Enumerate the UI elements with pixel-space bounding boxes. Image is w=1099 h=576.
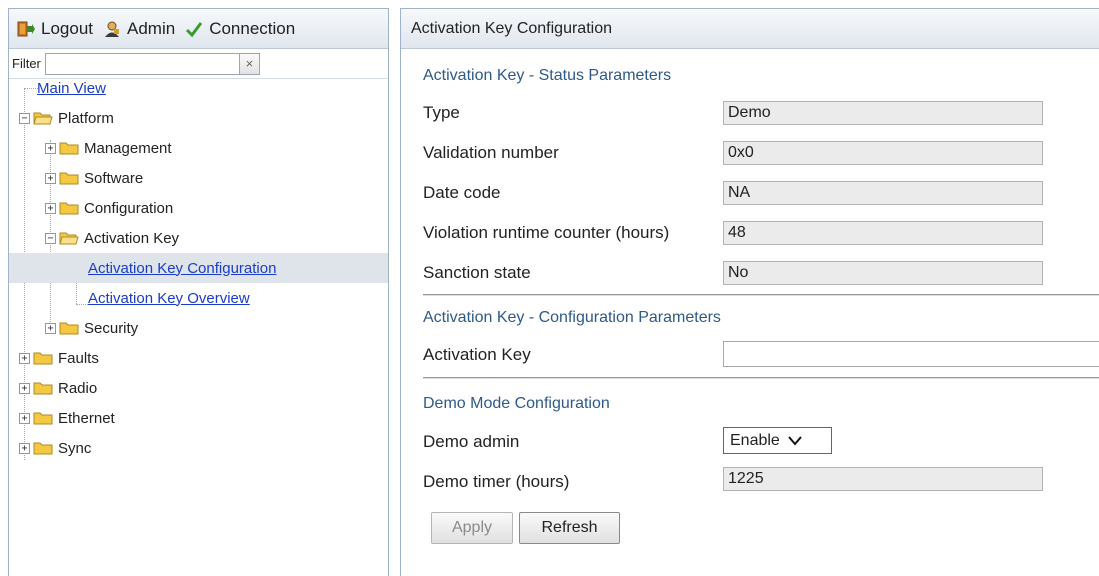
tree-item-radio[interactable]: + Radio [19, 373, 97, 403]
admin-user-icon [105, 21, 119, 37]
tree-item-platform[interactable]: − Platform [19, 103, 114, 133]
activation-key-input[interactable] [723, 341, 1099, 367]
date-code-label: Date code [423, 183, 501, 202]
tree-item-software[interactable]: + Software [45, 163, 143, 193]
tree-item-configuration[interactable]: + Configuration [45, 193, 173, 223]
connection-label: Connection [209, 18, 296, 38]
configuration-label: Configuration [84, 199, 174, 217]
validation-number-label: Validation number [423, 143, 559, 162]
clear-filter-icon[interactable]: × [239, 52, 260, 75]
folder-icon [33, 352, 53, 365]
tree-item-activation-key[interactable]: − Activation Key [45, 223, 179, 253]
folder-icon [59, 322, 79, 335]
admin-label: Admin [127, 18, 176, 38]
demo-timer-label: Demo timer (hours) [423, 472, 570, 491]
expand-icon[interactable]: + [45, 142, 56, 154]
apply-button[interactable]: Apply [431, 512, 513, 544]
folder-icon [33, 382, 53, 395]
collapse-icon[interactable]: − [19, 112, 30, 124]
folder-icon [33, 442, 53, 455]
expand-icon[interactable]: + [45, 202, 56, 214]
violation-counter-label: Violation runtime counter (hours) [423, 223, 670, 242]
tree-item-ethernet[interactable]: + Ethernet [19, 403, 115, 433]
expand-icon[interactable]: + [19, 382, 30, 394]
expand-icon[interactable]: + [19, 352, 30, 364]
security-label: Security [84, 319, 139, 337]
sanction-state-label: Sanction state [423, 263, 531, 282]
expand-icon[interactable]: + [45, 172, 56, 184]
top-toolbar: Logout Admin Connection [9, 9, 388, 49]
expand-icon[interactable]: + [19, 412, 30, 424]
sanction-state-value: No [723, 261, 1043, 285]
admin-button[interactable]: Admin [103, 19, 175, 39]
tree-item-faults[interactable]: + Faults [19, 343, 99, 373]
tree-item-sync[interactable]: + Sync [19, 433, 91, 463]
section-divider [423, 377, 1099, 378]
demo-timer-value: 1225 [723, 467, 1043, 491]
demo-admin-label: Demo admin [423, 432, 520, 451]
expand-icon[interactable]: + [45, 322, 56, 334]
activation-key-label: Activation Key [423, 345, 531, 364]
expand-icon[interactable]: + [19, 442, 30, 454]
navigation-pane: Logout Admin Connection Filter × Main Vi… [8, 8, 389, 576]
folder-open-icon [59, 232, 79, 245]
type-label: Type [423, 103, 460, 122]
sync-label: Sync [58, 439, 92, 457]
activation-key-label: Activation Key [84, 229, 180, 247]
content-pane: Activation Key Configuration Activation … [400, 8, 1099, 576]
activation-key-overview-link[interactable]: Activation Key Overview [88, 290, 250, 307]
tree-item-activation-key-configuration[interactable]: Activation Key Configuration [9, 253, 388, 283]
activation-key-configuration-link[interactable]: Activation Key Configuration [88, 260, 276, 277]
folder-icon [59, 172, 79, 185]
connection-button[interactable]: Connection [185, 19, 295, 39]
main-view-link[interactable]: Main View [37, 80, 106, 97]
platform-label: Platform [58, 109, 114, 127]
violation-counter-value: 48 [723, 221, 1043, 245]
logout-label: Logout [41, 18, 93, 38]
validation-number-value: 0x0 [723, 141, 1043, 165]
type-value: Demo [723, 101, 1043, 125]
demo-section-title: Demo Mode Configuration [423, 395, 610, 412]
status-section-title: Activation Key - Status Parameters [423, 67, 672, 84]
checkmark-icon [186, 21, 203, 37]
logout-button[interactable]: Logout [17, 19, 93, 39]
page-title: Activation Key Configuration [401, 9, 1099, 49]
folder-open-icon [33, 112, 53, 125]
demo-admin-selected-value: Enable [730, 431, 780, 449]
logout-door-icon [17, 21, 35, 36]
faults-label: Faults [58, 349, 99, 367]
filter-label: Filter [12, 56, 41, 71]
tree-item-management[interactable]: + Management [45, 133, 172, 163]
tree-item-main-view[interactable]: Main View [37, 73, 106, 103]
management-label: Management [84, 139, 172, 157]
config-section-title: Activation Key - Configuration Parameter… [423, 309, 721, 326]
folder-icon [59, 142, 79, 155]
tree-item-security[interactable]: + Security [45, 313, 138, 343]
folder-icon [33, 412, 53, 425]
chevron-down-icon [788, 435, 802, 446]
tree-item-activation-key-overview[interactable]: Activation Key Overview [88, 283, 250, 313]
date-code-value: NA [723, 181, 1043, 205]
software-label: Software [84, 169, 144, 187]
ethernet-label: Ethernet [58, 409, 115, 427]
section-divider [423, 294, 1099, 295]
refresh-button[interactable]: Refresh [519, 512, 620, 544]
folder-icon [59, 202, 79, 215]
filter-input[interactable] [44, 52, 240, 75]
radio-label: Radio [58, 379, 98, 397]
demo-admin-select[interactable]: Enable [723, 427, 832, 454]
collapse-icon[interactable]: − [45, 232, 56, 244]
